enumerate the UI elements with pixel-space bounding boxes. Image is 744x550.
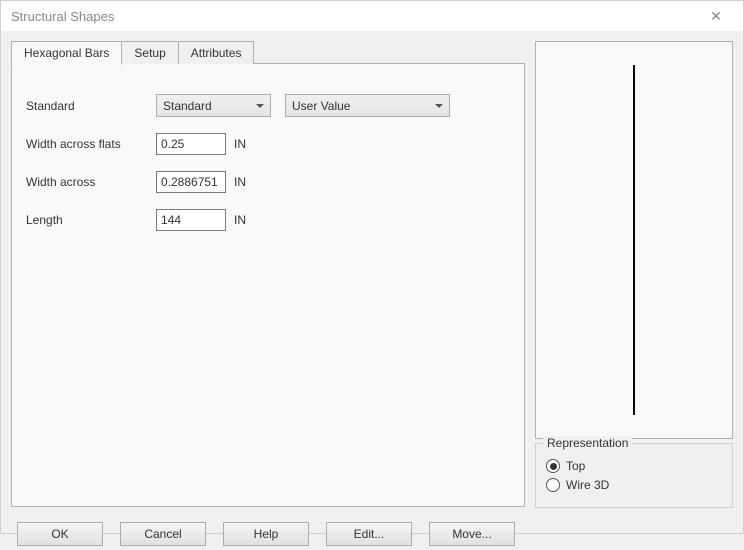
help-button[interactable]: Help — [223, 522, 309, 546]
label-standard: Standard — [26, 99, 156, 113]
input-width-across[interactable]: 0.2886751 — [156, 171, 226, 193]
combo-user-value-text: User Value — [292, 99, 350, 113]
dialog-body: Hexagonal Bars Setup Attributes Standard… — [1, 31, 743, 518]
cancel-button[interactable]: Cancel — [120, 522, 206, 546]
button-bar: OK Cancel Help Edit... Move... — [1, 518, 743, 550]
right-panel: Representation Top Wire 3D — [535, 41, 733, 508]
radio-wire3d-row[interactable]: Wire 3D — [546, 478, 722, 492]
row-width-flats: Width across flats 0.25 IN — [26, 133, 510, 155]
unit-width-across: IN — [234, 175, 246, 189]
input-width-flats[interactable]: 0.25 — [156, 133, 226, 155]
move-button[interactable]: Move... — [429, 522, 515, 546]
left-panel: Hexagonal Bars Setup Attributes Standard… — [11, 41, 525, 508]
input-length[interactable]: 144 — [156, 209, 226, 231]
preview-shape — [633, 65, 635, 415]
row-length: Length 144 IN — [26, 209, 510, 231]
unit-width-flats: IN — [234, 137, 246, 151]
tab-hexagonal-bars[interactable]: Hexagonal Bars — [11, 41, 122, 65]
chevron-down-icon — [256, 104, 264, 108]
label-width-across: Width across — [26, 175, 156, 189]
close-button[interactable]: ✕ — [694, 1, 738, 31]
combo-standard[interactable]: Standard — [156, 94, 271, 117]
edit-button[interactable]: Edit... — [326, 522, 412, 546]
input-width-across-value: 0.2886751 — [161, 175, 218, 189]
close-icon: ✕ — [710, 8, 722, 25]
unit-length: IN — [234, 213, 246, 227]
label-length: Length — [26, 213, 156, 227]
input-width-flats-value: 0.25 — [161, 137, 184, 151]
representation-legend: Representation — [543, 436, 632, 450]
titlebar: Structural Shapes ✕ — [1, 1, 743, 31]
dialog-title: Structural Shapes — [11, 9, 114, 24]
representation-group: Representation Top Wire 3D — [535, 443, 733, 508]
combo-standard-value: Standard — [163, 99, 212, 113]
row-width-across: Width across 0.2886751 IN — [26, 171, 510, 193]
input-length-value: 144 — [161, 213, 181, 227]
tab-attributes[interactable]: Attributes — [178, 41, 255, 64]
radio-top-row[interactable]: Top — [546, 459, 722, 473]
row-standard: Standard Standard User Value — [26, 94, 510, 117]
preview-area — [535, 41, 733, 439]
combo-user-value[interactable]: User Value — [285, 94, 450, 117]
ok-button[interactable]: OK — [17, 522, 103, 546]
structural-shapes-dialog: Structural Shapes ✕ Hexagonal Bars Setup… — [0, 0, 744, 534]
tab-setup[interactable]: Setup — [121, 41, 178, 64]
chevron-down-icon — [435, 104, 443, 108]
radio-top-label: Top — [566, 459, 585, 473]
tab-bar: Hexagonal Bars Setup Attributes — [11, 41, 525, 64]
radio-wire3d-label: Wire 3D — [566, 478, 609, 492]
tab-panel: Standard Standard User Value Width acros… — [11, 63, 525, 507]
radio-wire3d[interactable] — [546, 478, 560, 492]
radio-top[interactable] — [546, 459, 560, 473]
label-width-flats: Width across flats — [26, 137, 156, 151]
